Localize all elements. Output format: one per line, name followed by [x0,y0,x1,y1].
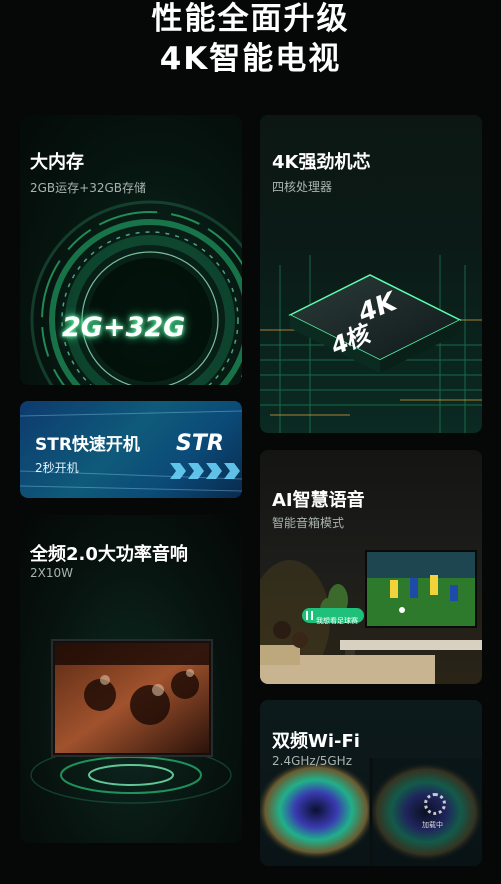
str-subtitle: 2秒开机 [35,461,79,475]
wifi-subtitle: 2.4GHz/5GHz [272,754,353,768]
wifi-card: 双频Wi-Fi 2.4GHz/5GHz 加载中 [260,700,482,866]
str-title: STR快速开机 [35,435,140,455]
wifi-peacock-graphic [260,758,482,866]
memory-subtitle: 2GB运存+32GB存储 [30,181,147,195]
str-card: STR快速开机 2秒开机 STR [20,401,242,498]
ai-speech-bubble: 我想看足球赛 [302,608,364,625]
audio-subtitle: 2X10W [30,566,73,580]
wifi-title: 双频Wi-Fi [272,731,360,752]
headline-line-1: 性能全面升级 [151,1,350,37]
ai-voice-card: AI智慧语音 智能音箱模式 我想看足球赛 [260,450,482,684]
memory-title: 大内存 [30,152,84,173]
loading-label: 加载中 [422,821,443,829]
audio-card: 全频2.0大功率音响 2X10W [20,515,242,843]
headline-line-2: 4K智能电视 [159,41,342,77]
str-badge: STR [176,431,224,456]
audio-title: 全频2.0大功率音响 [30,544,188,565]
chip-card: 4K强劲机芯 四核处理器 4K 4核 [260,115,482,433]
voice-wave-icon [306,611,313,620]
memory-card: 大内存 2GB运存+32GB存储 2G+32G [20,115,242,385]
ai-title: AI智慧语音 [272,490,365,511]
chip-subtitle: 四核处理器 [272,180,333,194]
loading-spinner-icon [424,793,446,815]
chip-title: 4K强劲机芯 [272,152,371,173]
ai-subtitle: 智能音箱模式 [272,516,345,530]
ai-speech-bubble-text: 我想看足球赛 [316,617,358,625]
memory-value-graphic: 2G+32G [62,312,186,343]
